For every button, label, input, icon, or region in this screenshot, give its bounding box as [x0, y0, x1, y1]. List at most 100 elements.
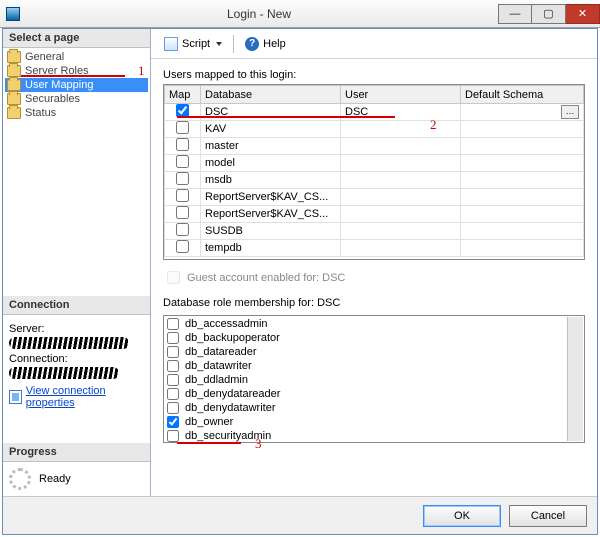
role-checkbox[interactable] [167, 332, 179, 344]
cell-database[interactable]: msdb [201, 172, 341, 189]
role-item[interactable]: db_denydatareader [165, 387, 567, 401]
col-user[interactable]: User [341, 86, 461, 104]
table-row[interactable]: KAV [165, 121, 584, 138]
col-database[interactable]: Database [201, 86, 341, 104]
role-item[interactable]: db_denydatawriter [165, 401, 567, 415]
role-item[interactable]: db_securityadmin [165, 429, 567, 443]
scrollbar[interactable] [567, 317, 583, 441]
table-row[interactable]: DSCDSC … [165, 104, 584, 121]
table-row[interactable]: ReportServer$KAV_CS... [165, 189, 584, 206]
cell-user[interactable] [341, 172, 461, 189]
toolbar-separator [233, 35, 234, 53]
map-checkbox[interactable] [176, 189, 189, 202]
table-row[interactable]: msdb [165, 172, 584, 189]
cell-database[interactable]: ReportServer$KAV_CS... [201, 206, 341, 223]
role-item[interactable]: db_ddladmin [165, 373, 567, 387]
progress-spinner-icon [9, 468, 31, 490]
view-connection-properties-link[interactable]: View connection properties [26, 385, 144, 409]
cell-database[interactable]: tempdb [201, 240, 341, 257]
role-label: db_datareader [185, 346, 257, 358]
cell-schema[interactable] [461, 121, 584, 138]
ok-button[interactable]: OK [423, 505, 501, 527]
role-checkbox[interactable] [167, 430, 179, 442]
folder-icon [7, 93, 21, 105]
close-button[interactable]: ✕ [566, 4, 600, 24]
help-label: Help [263, 38, 286, 50]
cell-user[interactable] [341, 206, 461, 223]
role-item[interactable]: db_accessadmin [165, 317, 567, 331]
script-button[interactable]: Script [159, 34, 227, 54]
right-pane: Script ? Help Users mapped to this login… [151, 29, 597, 496]
page-item-status[interactable]: Status [5, 106, 148, 120]
cell-database[interactable]: model [201, 155, 341, 172]
guest-enabled-label: Guest account enabled for: DSC [187, 272, 345, 284]
role-item[interactable]: db_datawriter [165, 359, 567, 373]
script-label: Script [182, 38, 210, 50]
map-checkbox[interactable] [176, 240, 189, 253]
role-checkbox[interactable] [167, 388, 179, 400]
cell-database[interactable]: KAV [201, 121, 341, 138]
schema-browse-button[interactable]: … [561, 105, 579, 119]
cancel-button[interactable]: Cancel [509, 505, 587, 527]
cell-user[interactable] [341, 240, 461, 257]
cell-schema[interactable] [461, 240, 584, 257]
role-label: db_accessadmin [185, 318, 268, 330]
help-button[interactable]: ? Help [240, 34, 291, 54]
cell-user[interactable] [341, 189, 461, 206]
cell-database[interactable]: DSC [201, 104, 341, 121]
cell-schema[interactable]: … [461, 104, 584, 121]
map-checkbox[interactable] [176, 172, 189, 185]
role-item[interactable]: db_datareader [165, 345, 567, 359]
titlebar: Login - New — ▢ ✕ [0, 0, 600, 28]
map-checkbox[interactable] [176, 155, 189, 168]
map-checkbox[interactable] [176, 138, 189, 151]
cell-database[interactable]: SUSDB [201, 223, 341, 240]
role-checkbox[interactable] [167, 360, 179, 372]
folder-icon [7, 107, 21, 119]
map-checkbox[interactable] [176, 223, 189, 236]
page-item-securables[interactable]: Securables [5, 92, 148, 106]
folder-icon [7, 51, 21, 63]
role-checkbox[interactable] [167, 374, 179, 386]
server-value-redacted [9, 337, 129, 349]
table-row[interactable]: master [165, 138, 584, 155]
cell-user[interactable] [341, 223, 461, 240]
cell-user[interactable] [341, 121, 461, 138]
map-checkbox[interactable] [176, 206, 189, 219]
col-map[interactable]: Map [165, 86, 201, 104]
roles-list[interactable]: db_accessadmindb_backupoperatordb_datare… [163, 315, 585, 443]
cell-schema[interactable] [461, 206, 584, 223]
cell-user[interactable]: DSC [341, 104, 461, 121]
table-row[interactable]: ReportServer$KAV_CS... [165, 206, 584, 223]
table-row[interactable]: tempdb [165, 240, 584, 257]
cell-schema[interactable] [461, 189, 584, 206]
map-checkbox[interactable] [176, 104, 189, 117]
maximize-button[interactable]: ▢ [532, 4, 566, 24]
table-row[interactable]: model [165, 155, 584, 172]
role-checkbox[interactable] [167, 346, 179, 358]
col-schema[interactable]: Default Schema [461, 86, 584, 104]
role-checkbox[interactable] [167, 402, 179, 414]
table-row[interactable]: SUSDB [165, 223, 584, 240]
cell-database[interactable]: ReportServer$KAV_CS... [201, 189, 341, 206]
role-item[interactable]: db_owner [165, 415, 567, 429]
cell-schema[interactable] [461, 223, 584, 240]
page-item-general[interactable]: General [5, 50, 148, 64]
role-checkbox[interactable] [167, 416, 179, 428]
page-item-server-roles[interactable]: Server Roles [5, 64, 148, 78]
cell-schema[interactable] [461, 155, 584, 172]
folder-icon [7, 79, 21, 91]
minimize-button[interactable]: — [498, 4, 532, 24]
role-item[interactable]: db_backupoperator [165, 331, 567, 345]
cell-user[interactable] [341, 155, 461, 172]
role-checkbox[interactable] [167, 318, 179, 330]
users-mapped-grid[interactable]: Map Database User Default Schema DSCDSC …… [163, 84, 585, 260]
cell-schema[interactable] [461, 138, 584, 155]
cell-database[interactable]: master [201, 138, 341, 155]
progress-box: Ready [3, 462, 150, 496]
pages-header: Select a page [3, 29, 150, 48]
page-item-user-mapping[interactable]: User Mapping [5, 78, 148, 92]
cell-schema[interactable] [461, 172, 584, 189]
map-checkbox[interactable] [176, 121, 189, 134]
cell-user[interactable] [341, 138, 461, 155]
